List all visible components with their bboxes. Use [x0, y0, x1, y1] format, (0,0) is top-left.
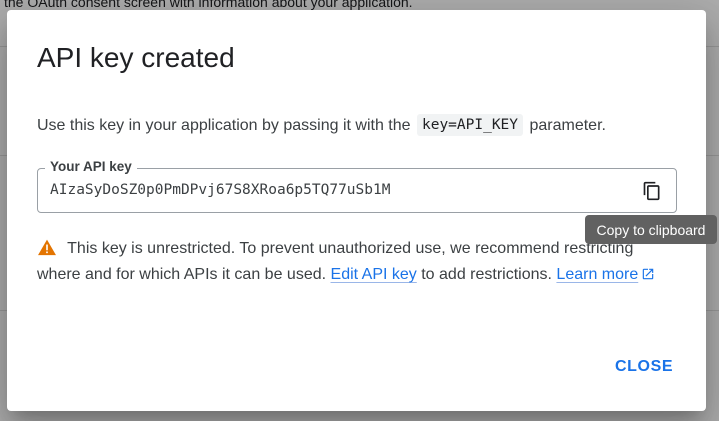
unrestricted-warning: This key is unrestricted. To prevent una…	[37, 236, 677, 288]
api-key-dialog: API key created Use this key in your app…	[7, 10, 706, 411]
edit-api-key-link[interactable]: Edit API key	[331, 266, 417, 283]
api-key-field: Your API key AIzaSyDoSZ0p0PmDPvj67S8XRoa…	[37, 159, 677, 213]
close-button[interactable]: CLOSE	[615, 358, 673, 376]
dialog-title: API key created	[37, 42, 235, 73]
copy-button[interactable]	[638, 177, 666, 205]
key-parameter-code: key=API_KEY	[416, 114, 524, 136]
open-in-new-icon	[643, 268, 654, 280]
dialog-instructions: Use this key in your application by pass…	[37, 114, 606, 136]
api-key-label: Your API key	[45, 159, 137, 174]
api-key-value[interactable]: AIzaSyDoSZ0p0PmDPvj67S8XRoa6p5TQ77uSb1M	[50, 182, 390, 198]
copy-icon	[643, 181, 660, 201]
warning-text-middle: to add restrictions.	[421, 266, 552, 283]
instructions-text: Use this key in your application by pass…	[37, 117, 411, 134]
copy-tooltip: Copy to clipboard	[585, 215, 717, 244]
learn-more-label: Learn more	[556, 266, 639, 283]
warning-icon	[38, 239, 56, 256]
learn-more-link[interactable]: Learn more	[556, 266, 655, 283]
instructions-text-end: parameter.	[529, 117, 606, 134]
